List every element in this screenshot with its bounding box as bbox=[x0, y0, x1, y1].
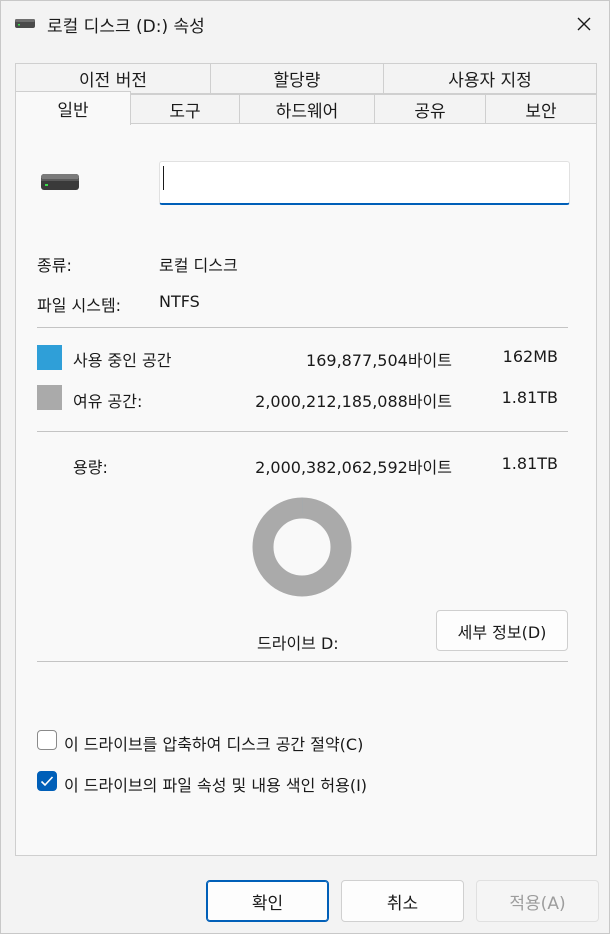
free-space-ring bbox=[252, 497, 352, 597]
window-title: 로컬 디스크 (D:) 속성 bbox=[47, 17, 205, 37]
file-system-value: NTFS bbox=[159, 292, 200, 311]
drive-letter-label: 드라이브 D: bbox=[257, 634, 339, 653]
used-space-label: 사용 중인 공간 bbox=[73, 351, 172, 370]
divider bbox=[37, 661, 568, 662]
close-icon bbox=[577, 17, 591, 31]
tab-security[interactable]: 보안 bbox=[485, 94, 597, 125]
details-button[interactable]: 세부 정보(D) bbox=[436, 610, 568, 651]
tab-previous-versions[interactable]: 이전 버전 bbox=[15, 63, 211, 94]
close-button[interactable] bbox=[567, 7, 601, 41]
free-space-bytes: 2,000,212,185,088바이트 bbox=[255, 392, 452, 411]
used-space-size: 162MB bbox=[502, 347, 558, 366]
compress-checkbox[interactable] bbox=[37, 730, 57, 750]
tab-customize[interactable]: 사용자 지정 bbox=[383, 63, 597, 94]
ok-button[interactable]: 확인 bbox=[206, 880, 329, 922]
tab-sharing[interactable]: 공유 bbox=[374, 94, 486, 125]
index-checkbox[interactable] bbox=[37, 771, 57, 791]
free-space-size: 1.81TB bbox=[501, 388, 558, 407]
title-bar: 로컬 디스크 (D:) 속성 bbox=[1, 1, 609, 47]
general-panel: 종류: 로컬 디스크 파일 시스템: NTFS 사용 중인 공간 169,877… bbox=[15, 123, 597, 856]
text-caret bbox=[163, 166, 164, 190]
drive-icon bbox=[15, 19, 35, 28]
tab-tools[interactable]: 도구 bbox=[130, 94, 240, 125]
type-label: 종류: bbox=[37, 256, 72, 275]
usage-donut-chart bbox=[252, 497, 352, 597]
drive-icon bbox=[41, 174, 79, 190]
used-space-swatch bbox=[37, 345, 62, 370]
capacity-label: 용량: bbox=[73, 458, 108, 477]
file-system-label: 파일 시스템: bbox=[37, 296, 122, 315]
drive-name-input[interactable] bbox=[159, 161, 570, 205]
cancel-button[interactable]: 취소 bbox=[341, 880, 464, 922]
free-space-swatch bbox=[37, 385, 62, 410]
capacity-bytes: 2,000,382,062,592바이트 bbox=[255, 458, 452, 477]
divider bbox=[37, 327, 568, 328]
apply-button[interactable]: 적용(A) bbox=[476, 880, 599, 922]
compress-label: 이 드라이브를 압축하여 디스크 공간 절약(C) bbox=[64, 735, 364, 754]
free-space-label: 여유 공간: bbox=[73, 392, 143, 411]
index-label: 이 드라이브의 파일 속성 및 내용 색인 허용(I) bbox=[64, 776, 368, 795]
type-value: 로컬 디스크 bbox=[159, 256, 238, 275]
checkmark-icon bbox=[40, 776, 54, 787]
used-space-bytes: 169,877,504바이트 bbox=[306, 351, 452, 370]
tab-hardware[interactable]: 하드웨어 bbox=[239, 94, 375, 125]
divider bbox=[37, 431, 568, 432]
capacity-size: 1.81TB bbox=[501, 454, 558, 473]
tab-quota[interactable]: 할당량 bbox=[210, 63, 384, 94]
tab-general[interactable]: 일반 bbox=[15, 91, 131, 125]
properties-window: 로컬 디스크 (D:) 속성 이전 버전 할당량 사용자 지정 일반 도구 하드… bbox=[0, 0, 610, 934]
